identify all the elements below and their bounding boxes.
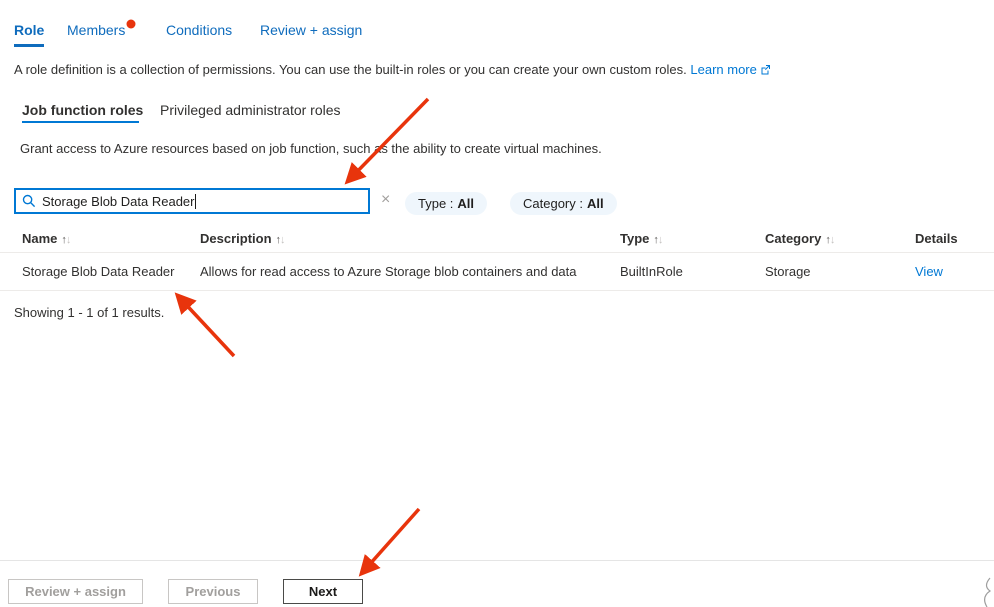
column-header-description[interactable]: Description ↑↓ — [200, 231, 285, 246]
active-subtab-underline — [22, 121, 139, 123]
row-category: Storage — [765, 264, 811, 279]
text-cursor — [195, 194, 196, 209]
corner-squiggle — [985, 578, 990, 607]
subtab-job-function-roles[interactable]: Job function roles — [22, 102, 143, 118]
add-role-assignment-page: Role Members Conditions Review + assign … — [0, 0, 994, 607]
filter-category-label: Category : — [523, 196, 583, 211]
column-details-label: Details — [915, 231, 958, 246]
clear-search-icon[interactable]: × — [381, 191, 390, 209]
column-header-category[interactable]: Category ↑↓ — [765, 231, 834, 246]
row-description: Allows for read access to Azure Storage … — [200, 264, 577, 279]
tab-review-assign[interactable]: Review + assign — [260, 22, 362, 38]
results-summary: Showing 1 - 1 of 1 results. — [14, 305, 164, 320]
active-tab-underline — [14, 44, 44, 47]
learn-more-link[interactable]: Learn more — [690, 62, 756, 77]
previous-button: Previous — [168, 579, 258, 604]
search-icon — [22, 194, 36, 208]
annotation-dot-members — [127, 20, 136, 29]
annotation-arrow-next — [362, 509, 419, 573]
search-input[interactable]: Storage Blob Data Reader — [14, 188, 370, 214]
next-button[interactable]: Next — [283, 579, 363, 604]
column-name-label: Name — [22, 231, 57, 246]
row-name: Storage Blob Data Reader — [22, 264, 174, 279]
tab-members[interactable]: Members — [67, 22, 125, 38]
sort-icon: ↑↓ — [61, 234, 70, 246]
row-type: BuiltInRole — [620, 264, 683, 279]
grant-access-text: Grant access to Azure resources based on… — [20, 141, 602, 156]
row-details-view-link[interactable]: View — [915, 264, 943, 279]
role-definition-description: A role definition is a collection of per… — [14, 62, 771, 78]
annotation-overlay — [0, 0, 994, 607]
tab-role[interactable]: Role — [14, 22, 44, 38]
search-value: Storage Blob Data Reader — [42, 194, 194, 209]
column-category-label: Category — [765, 231, 821, 246]
column-type-label: Type — [620, 231, 649, 246]
role-definition-text: A role definition is a collection of per… — [14, 62, 687, 77]
filter-type[interactable]: Type : All — [405, 192, 487, 215]
subtab-privileged-admin-roles[interactable]: Privileged administrator roles — [160, 102, 341, 118]
column-description-label: Description — [200, 231, 272, 246]
column-header-details: Details — [915, 231, 958, 246]
external-link-icon — [760, 63, 771, 78]
sort-icon: ↑↓ — [653, 234, 662, 246]
filter-type-value: All — [457, 196, 474, 211]
roles-table-header: Name ↑↓ Description ↑↓ Type ↑↓ Category ↑↓ D… — [0, 228, 994, 253]
footer-divider — [0, 560, 994, 561]
filter-type-label: Type : — [418, 196, 453, 211]
sort-icon: ↑↓ — [825, 234, 834, 246]
annotation-arrow-search — [348, 99, 428, 181]
review-assign-button: Review + assign — [8, 579, 143, 604]
filter-category[interactable]: Category : All — [510, 192, 617, 215]
column-header-name[interactable]: Name ↑↓ — [22, 231, 70, 246]
sort-icon: ↑↓ — [276, 234, 285, 246]
tab-conditions[interactable]: Conditions — [166, 22, 232, 38]
column-header-type[interactable]: Type ↑↓ — [620, 231, 662, 246]
annotation-arrow-role-row — [178, 296, 234, 356]
filter-category-value: All — [587, 196, 604, 211]
table-row[interactable]: Storage Blob Data Reader Allows for read… — [0, 253, 994, 291]
